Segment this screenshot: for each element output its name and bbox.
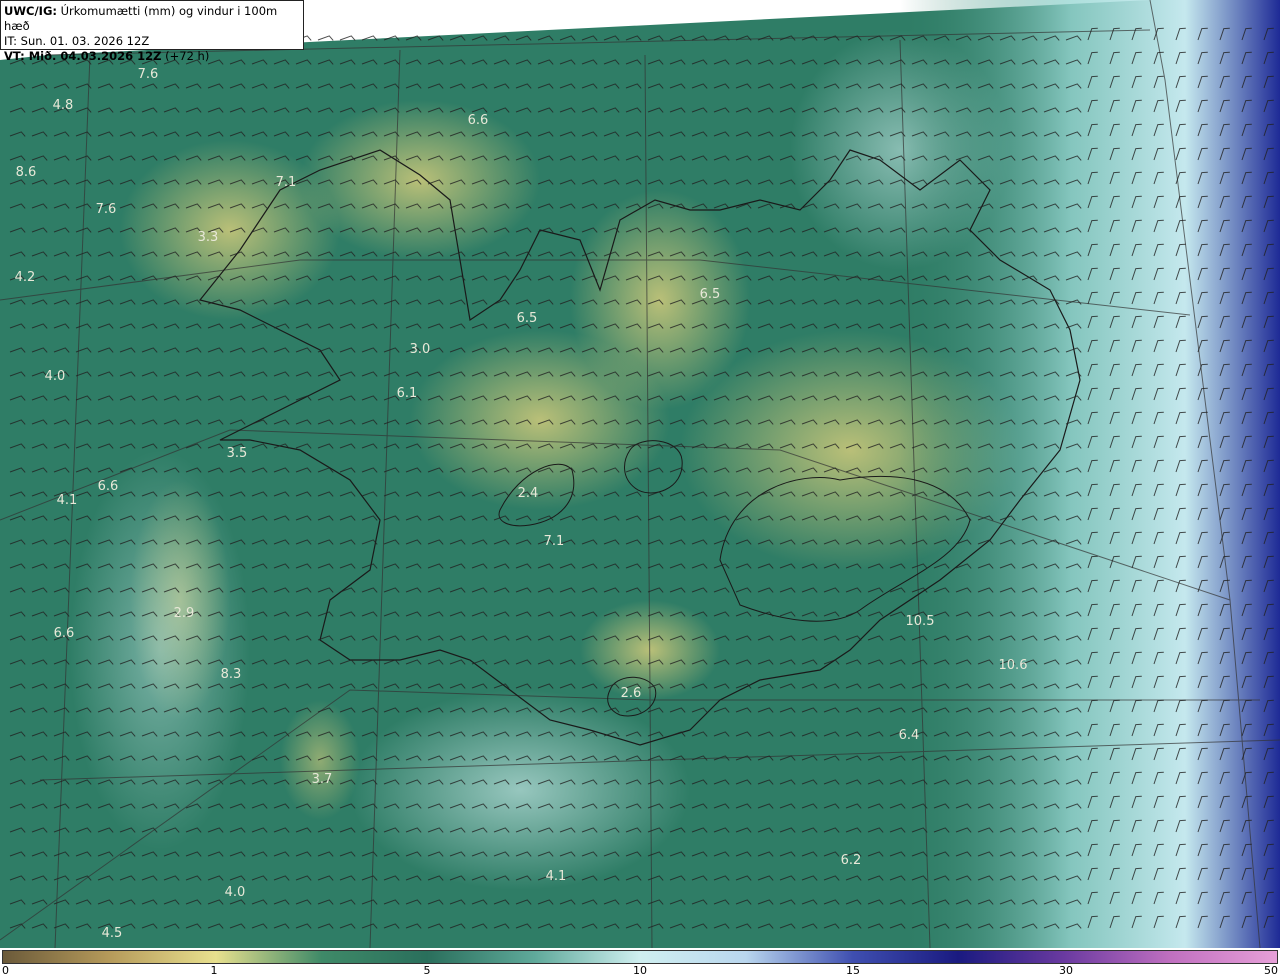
precip-value-label: 6.6 — [98, 479, 119, 494]
precip-value-label: 2.6 — [621, 686, 642, 701]
colorbar: 0 1 5 10 15 30 50 — [0, 948, 1280, 978]
precip-value-label: 4.2 — [15, 270, 36, 285]
precip-value-label: 2.4 — [518, 486, 539, 501]
precip-value-label: 8.6 — [16, 165, 37, 180]
model-name: UWC/IG: — [4, 4, 57, 18]
colorbar-tick: 15 — [846, 964, 860, 977]
precip-value-label: 7.1 — [276, 175, 297, 190]
precip-value-label: 6.6 — [468, 113, 489, 128]
colorbar-tick: 1 — [210, 964, 218, 977]
precip-value-label: 10.6 — [999, 658, 1028, 673]
colorbar-tick: 30 — [1059, 964, 1073, 977]
colorbar-gradient — [2, 950, 1278, 964]
precip-value-label: 3.5 — [227, 446, 248, 461]
precip-value-label: 4.0 — [225, 885, 246, 900]
precip-value-label: 3.0 — [410, 342, 431, 357]
forecast-hour: (+72 h) — [161, 49, 210, 63]
precip-value-label: 4.5 — [102, 926, 123, 941]
precip-value-label: 6.5 — [700, 287, 721, 302]
colorbar-tick: 50 — [1264, 964, 1278, 977]
precipitation-map: 7.6 4.8 6.6 8.6 7.1 7.6 3.3 4.2 6.5 6.5 3.0 4.0 6.1 3… — [0, 0, 1280, 948]
precip-value-label: 6.1 — [397, 386, 418, 401]
precip-value-label: 6.5 — [517, 311, 538, 326]
precip-value-label: 4.8 — [53, 98, 74, 113]
colorbar-tick: 5 — [423, 964, 431, 977]
precip-value-label: 3.3 — [198, 230, 219, 245]
precip-value-label: 8.3 — [221, 667, 242, 682]
precip-value-label: 7.6 — [96, 202, 117, 217]
precip-value-label: 3.7 — [312, 772, 333, 787]
colorbar-tick: 0 — [2, 964, 9, 977]
precip-value-label: 6.4 — [899, 728, 920, 743]
precip-value-label: 4.1 — [57, 493, 78, 508]
valid-time: VT: Mið. 04.03.2026 12Z — [4, 49, 162, 63]
precip-value-label: 7.1 — [544, 534, 565, 549]
issue-time: IT: Sun. 01. 03. 2026 12Z — [4, 34, 150, 48]
precip-value-label: 4.0 — [45, 369, 66, 384]
precip-value-label: 7.6 — [138, 67, 159, 82]
colorbar-tick: 10 — [633, 964, 647, 977]
precip-value-label: 4.1 — [546, 869, 567, 884]
precip-value-label: 10.5 — [906, 614, 935, 629]
precip-value-label: 6.2 — [841, 853, 862, 868]
precip-value-label: 6.6 — [54, 626, 75, 641]
map-header: UWC/IG: Úrkomumætti (mm) og vindur i 100… — [0, 0, 304, 63]
precip-value-label: 2.9 — [174, 606, 195, 621]
